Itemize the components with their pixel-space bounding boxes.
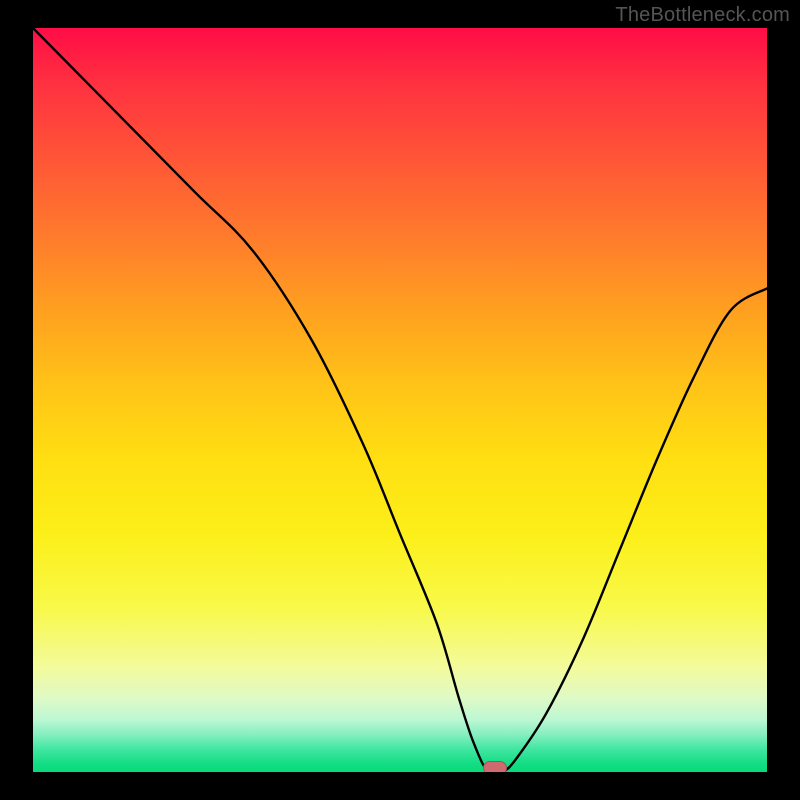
optimal-point-marker — [483, 761, 507, 772]
chart-curve-svg — [33, 28, 767, 772]
watermark-text: TheBottleneck.com — [615, 4, 790, 27]
plot-area — [33, 28, 767, 772]
bottleneck-curve-line — [33, 28, 767, 772]
